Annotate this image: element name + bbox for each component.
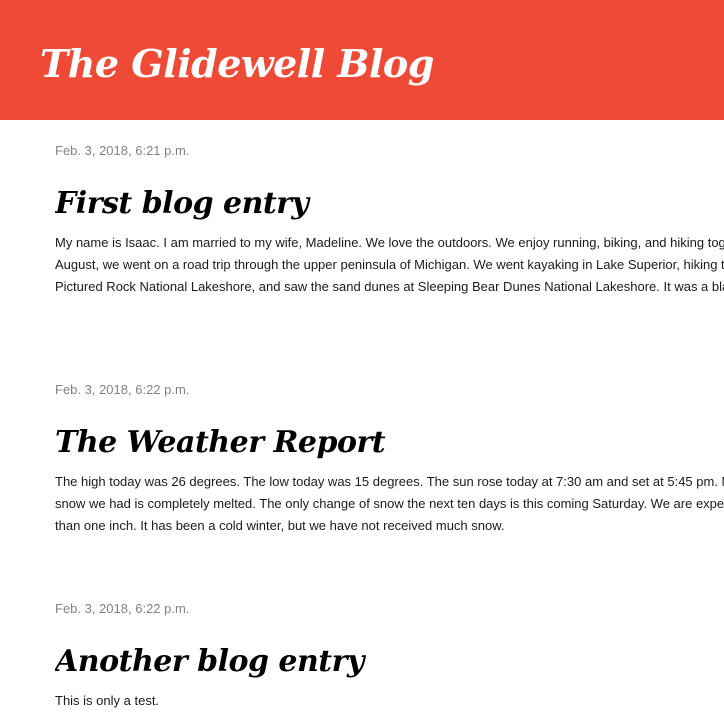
- post-body: The high today was 26 degrees. The low t…: [55, 474, 724, 533]
- post-date: Feb. 3, 2018, 6:22 p.m.: [55, 601, 190, 616]
- post-date: Feb. 3, 2018, 6:21 p.m.: [55, 143, 190, 158]
- post-title-link[interactable]: Another blog entry: [55, 642, 724, 682]
- post-article: Feb. 3, 2018, 6:22 p.m. The Weather Repo…: [55, 381, 724, 537]
- post-body: My name is Isaac. I am married to my wif…: [55, 235, 724, 294]
- post-title-link[interactable]: First blog entry: [55, 184, 724, 224]
- post-article: Feb. 3, 2018, 6:21 p.m. First blog entry…: [55, 142, 724, 298]
- post-title-link[interactable]: The Weather Report: [55, 423, 724, 463]
- page-header: The Glidewell Blog: [0, 0, 724, 120]
- post-body: This is only a test.: [55, 693, 160, 708]
- post-article: Feb. 3, 2018, 6:22 p.m. Another blog ent…: [55, 600, 724, 712]
- site-title-link[interactable]: The Glidewell Blog: [40, 36, 434, 92]
- post-date: Feb. 3, 2018, 6:22 p.m.: [55, 382, 190, 397]
